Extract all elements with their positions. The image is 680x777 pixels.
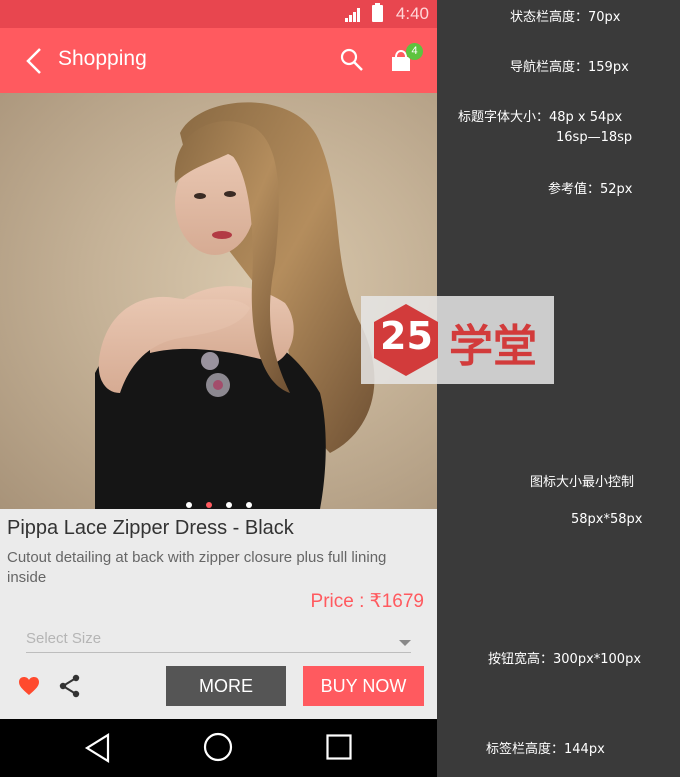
nav-back-icon[interactable]: [84, 733, 112, 763]
signal-icon: [345, 8, 360, 22]
annotation-button-size: 按钮宽高：300px*100px: [488, 652, 642, 667]
carousel-dot[interactable]: [245, 502, 252, 508]
annotation-icon-min: 图标大小最小控制: [530, 475, 635, 490]
back-icon[interactable]: [22, 46, 46, 76]
heart-icon[interactable]: [18, 676, 40, 696]
product-description: Cutout detailing at back with zipper clo…: [7, 549, 387, 586]
carousel-dot[interactable]: [225, 502, 232, 508]
system-navigation-bar: [0, 719, 437, 777]
annotation-status-bar: 状态栏高度：70px: [510, 10, 621, 25]
more-button[interactable]: MORE: [166, 666, 286, 706]
phone-screen: 4:40 Shopping 4 Pippa Lace Zipper Dress …: [0, 0, 437, 777]
watermark-logo: 25 学堂: [361, 296, 554, 384]
chevron-down-icon: [399, 640, 411, 646]
product-name: Pippa Lace Zipper Dress - Black: [7, 517, 294, 539]
buy-now-button[interactable]: BUY NOW: [303, 666, 424, 706]
status-time: 4:40: [395, 4, 429, 23]
nav-home-icon[interactable]: [203, 732, 233, 762]
carousel-dot[interactable]: [185, 502, 192, 508]
product-price: Price : ₹1679: [310, 591, 424, 612]
carousel-dot-active[interactable]: [205, 502, 212, 508]
annotation-tab-bar: 标签栏高度：144px: [486, 742, 605, 757]
battery-icon: [372, 3, 383, 22]
app-bar: Shopping 4: [0, 28, 437, 93]
size-select[interactable]: Select Size: [26, 628, 411, 653]
annotation-icon-size: 58px*58px: [571, 512, 643, 527]
size-select-placeholder: Select Size: [26, 630, 102, 647]
status-bar: 4:40: [0, 0, 437, 28]
annotation-reference: 参考值：52px: [548, 182, 633, 197]
annotation-nav-bar: 导航栏高度：159px: [510, 60, 629, 75]
cart-count-badge: 4: [406, 43, 423, 60]
page-title: Shopping: [58, 47, 147, 70]
watermark-text: 学堂: [449, 321, 537, 372]
search-icon[interactable]: [340, 48, 364, 72]
share-icon[interactable]: [58, 674, 82, 698]
annotation-title-sp: 16sp—18sp: [556, 130, 633, 145]
nav-recent-icon[interactable]: [326, 734, 352, 760]
annotation-title-font: 标题字体大小：48p x 54px: [458, 110, 623, 125]
product-details: Pippa Lace Zipper Dress - Black Cutout d…: [0, 509, 437, 719]
watermark-number: 25: [380, 314, 433, 358]
